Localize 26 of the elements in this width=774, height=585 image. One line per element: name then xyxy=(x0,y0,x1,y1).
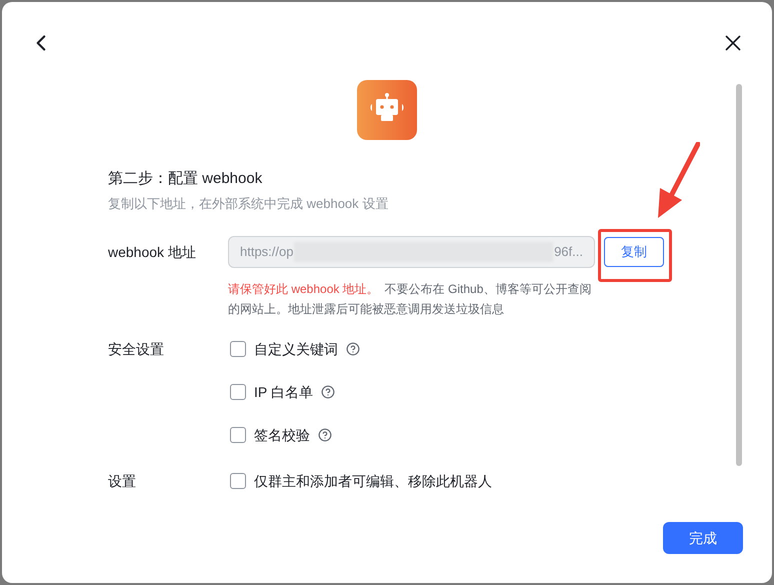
copy-button[interactable]: 复制 xyxy=(604,237,664,267)
help-icon[interactable] xyxy=(320,385,335,399)
checkbox-label: 签名校验 xyxy=(254,426,310,444)
help-icon[interactable] xyxy=(318,428,332,442)
checkbox-label: IP 白名单 xyxy=(254,382,313,402)
notice-text: 不要公布在 Github、博客等可公开查阅 xyxy=(384,281,592,298)
done-button[interactable]: 完成 xyxy=(663,522,743,554)
url-end: 96f... xyxy=(554,243,583,262)
webhook-field[interactable]: https://op 96f... xyxy=(228,236,595,268)
checkbox-label: 仅群主和添加者可编辑、移除此机器人 xyxy=(254,472,492,490)
url-start: https://op xyxy=(240,243,294,262)
checkbox[interactable] xyxy=(230,473,246,489)
scrollbar[interactable] xyxy=(736,84,742,466)
webhook-label: webhook 地址 xyxy=(108,242,197,262)
help-icon[interactable] xyxy=(346,342,360,356)
step-subtitle: 复制以下地址，在外部系统中完成 webhook 设置 xyxy=(108,195,390,213)
checkbox[interactable] xyxy=(230,384,246,400)
security-label: 安全设置 xyxy=(108,340,165,359)
notice-text: 的网站上。地址泄露后可能被恶意调用发送垃圾信息 xyxy=(228,301,504,318)
robot-icon xyxy=(357,80,417,140)
checkbox[interactable] xyxy=(230,341,246,357)
checkbox-label: 自定义关键词 xyxy=(254,340,338,358)
warning-text: 请保管好此 webhook 地址。 xyxy=(228,281,379,298)
checkbox[interactable] xyxy=(230,427,246,443)
step-title: 第二步：配置 webhook xyxy=(108,170,264,188)
settings-label: 设置 xyxy=(108,472,137,491)
